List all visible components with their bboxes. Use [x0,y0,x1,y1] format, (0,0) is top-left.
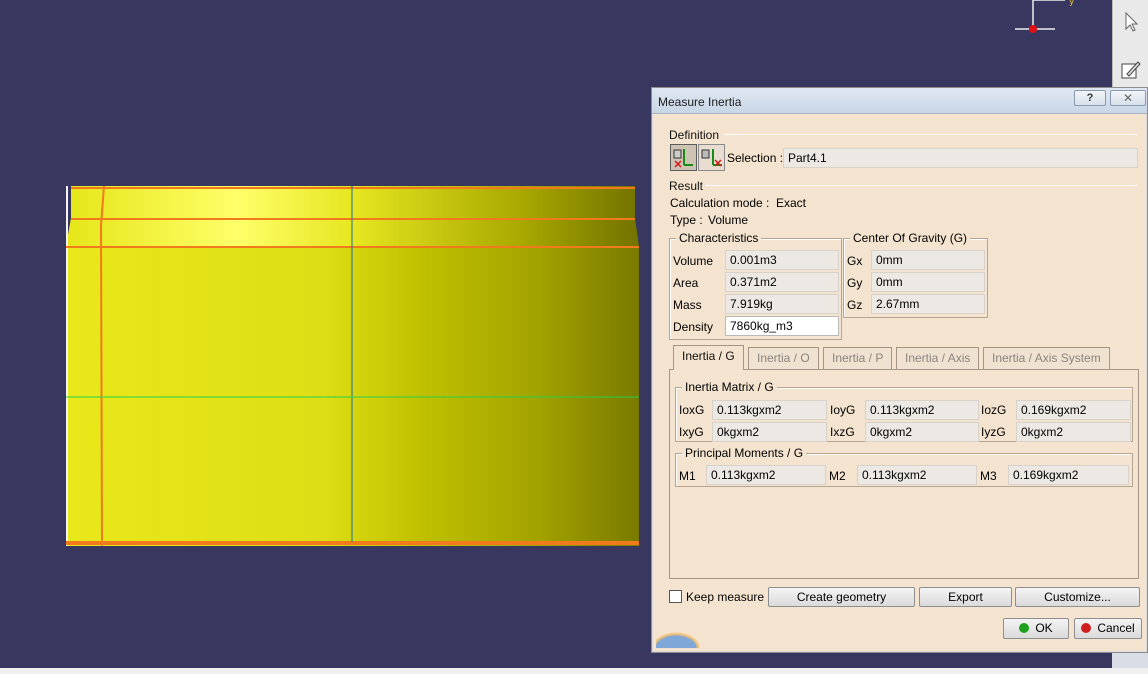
calc-mode-label: Calculation mode : [670,196,770,210]
ioyg-label: IoyG [830,403,856,417]
result-label: Result [669,179,704,193]
gy-label: Gy [847,276,863,290]
sketch-icon[interactable] [1119,58,1143,82]
density-label: Density [673,320,714,334]
status-strip [0,668,1148,674]
cancel-icon [1081,623,1092,633]
iyzg-label: IyzG [981,425,1006,439]
cancel-button[interactable]: Cancel [1074,618,1142,639]
tab-inertia-p[interactable]: Inertia / P [823,347,893,369]
center-of-gravity-group: Center Of Gravity (G) Gx 0mm Gy 0mm Gz 2… [843,231,988,318]
gx-field[interactable]: 0mm [871,250,985,270]
cancel-button-label: Cancel [1097,621,1135,635]
m1-label: M1 [679,469,696,483]
volume-field[interactable]: 0.001m3 [725,250,839,270]
area-field[interactable]: 0.371m2 [725,272,839,292]
ok-button[interactable]: OK [1003,618,1069,639]
measure-inertia-dialog: Measure Inertia ? ✕ Definition Selection… [651,87,1148,664]
definition-divider [724,134,1138,135]
dialog-title: Measure Inertia [658,95,742,109]
inertia-matrix-title: Inertia Matrix / G [682,380,777,394]
gz-field[interactable]: 2.67mm [871,294,985,314]
tab-inertia-o[interactable]: Inertia / O [748,347,819,369]
m3-label: M3 [980,469,997,483]
inertia-tab-panel: Inertia Matrix / G IoxG 0.113kgxm2 IoyG … [669,369,1139,579]
definition-label: Definition [669,128,720,142]
calc-mode-value: Exact [776,196,807,210]
catia-logo [652,618,706,664]
inertia-matrix-group: Inertia Matrix / G IoxG 0.113kgxm2 IoyG … [675,380,1133,442]
export-button[interactable]: Export [919,587,1012,607]
customize-button[interactable]: Customize... [1015,587,1140,607]
svg-text:y: y [1069,0,1075,7]
ixyg-field[interactable]: 0kgxm2 [712,422,827,442]
dialog-titlebar[interactable]: Measure Inertia ? ✕ [652,88,1147,114]
type-value: Volume [708,213,749,227]
measure-item-mode-icon[interactable] [670,144,697,171]
m3-field[interactable]: 0.169kgxm2 [1008,465,1129,485]
ok-button-label: OK [1035,621,1053,635]
gx-label: Gx [847,254,863,268]
right-toolbar [1112,0,1148,90]
selection-label: Selection : [727,151,784,165]
measure-thickness-mode-icon[interactable] [698,144,725,171]
iozg-label: IozG [981,403,1007,417]
ixzg-label: IxzG [830,425,855,439]
tab-inertia-g[interactable]: Inertia / G [673,345,744,370]
compass-icon[interactable]: y [1005,0,1085,45]
type-label: Type : [670,213,703,227]
ioxg-field[interactable]: 0.113kgxm2 [712,400,827,420]
tab-inertia-axis[interactable]: Inertia / Axis [896,347,980,369]
area-label: Area [673,276,699,290]
iozg-field[interactable]: 0.169kgxm2 [1016,400,1131,420]
gy-field[interactable]: 0mm [871,272,985,292]
create-geometry-button[interactable]: Create geometry [768,587,915,607]
selection-field[interactable]: Part4.1 [783,148,1138,168]
m2-label: M2 [829,469,846,483]
help-button[interactable]: ? [1074,90,1106,106]
select-arrow-icon[interactable] [1119,10,1143,34]
ioyg-field[interactable]: 0.113kgxm2 [865,400,979,420]
ok-icon [1019,623,1030,633]
volume-label: Volume [673,254,714,268]
iyzg-field[interactable]: 0kgxm2 [1016,422,1131,442]
keep-measure-checkbox[interactable] [669,590,682,603]
close-icon[interactable]: ✕ [1110,90,1146,106]
mass-field[interactable]: 7.919kg [725,294,839,314]
tab-inertia-axis-system[interactable]: Inertia / Axis System [983,347,1110,369]
center-of-gravity-title: Center Of Gravity (G) [850,231,971,245]
ioxg-label: IoxG [679,403,705,417]
principal-moments-title: Principal Moments / G [682,446,807,460]
ixyg-label: IxyG [679,425,704,439]
keep-measure-label: Keep measure [686,590,765,604]
mass-label: Mass [673,298,702,312]
characteristics-group: Characteristics Volume 0.001m3 Area 0.37… [669,231,842,340]
m1-field[interactable]: 0.113kgxm2 [706,465,826,485]
ixzg-field[interactable]: 0kgxm2 [865,422,979,442]
characteristics-title: Characteristics [676,231,762,245]
part-3d-model[interactable] [66,186,639,546]
density-field[interactable]: 7860kg_m3 [725,316,839,336]
principal-moments-group: Principal Moments / G M1 0.113kgxm2 M2 0… [675,446,1133,487]
gz-label: Gz [847,298,863,312]
result-divider [706,185,1138,186]
m2-field[interactable]: 0.113kgxm2 [857,465,977,485]
